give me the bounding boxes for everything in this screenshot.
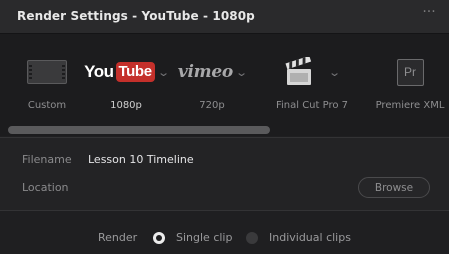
chevron-down-icon[interactable]: ⌄ (329, 66, 342, 79)
render-mode-row: Render Single clip Individual clips (0, 211, 449, 254)
preset-youtube[interactable]: You Tube ⌄ 1080p (84, 34, 170, 134)
preset-custom[interactable]: Custom (8, 34, 86, 134)
premiere-pro-icon: Pr (396, 58, 424, 86)
preset-label: 720p (199, 100, 225, 111)
preset-label: Custom (27, 100, 67, 111)
preset-vimeo[interactable]: vimeo ⌄ 720p (170, 34, 254, 134)
single-clip-radio[interactable] (153, 232, 165, 244)
render-preset-strip: Custom You Tube ⌄ 1080p vimeo ⌄ 720p ⌄ F… (0, 34, 449, 136)
panel-title: Render Settings - YouTube - 1080p (17, 9, 255, 23)
preset-label: Premiere XML (375, 100, 445, 111)
render-settings-panel: Render Settings - YouTube - 1080p ··· Cu… (0, 0, 449, 254)
browse-button[interactable]: Browse (358, 177, 430, 198)
title-bar: Render Settings - YouTube - 1080p ··· (0, 0, 449, 34)
vimeo-logo-icon: vimeo (177, 62, 233, 82)
file-settings-section (0, 138, 449, 210)
filename-label: Filename (22, 153, 72, 166)
youtube-logo-icon: You Tube (84, 62, 155, 82)
location-label: Location (22, 181, 69, 194)
individual-clips-label[interactable]: Individual clips (269, 231, 351, 244)
chevron-down-icon[interactable]: ⌄ (235, 66, 248, 79)
clapperboard-icon (285, 57, 312, 85)
preset-premiere-xml[interactable]: Pr Premiere XML (368, 34, 449, 134)
single-clip-label[interactable]: Single clip (176, 231, 232, 244)
individual-clips-radio[interactable] (246, 232, 258, 244)
film-strip-icon (27, 60, 67, 84)
preset-label: Final Cut Pro 7 (275, 100, 349, 111)
more-options-button[interactable]: ··· (415, 5, 443, 27)
render-label: Render (98, 231, 138, 244)
chevron-down-icon[interactable]: ⌄ (157, 66, 170, 79)
horizontal-scrollbar[interactable] (8, 126, 270, 134)
preset-label: 1080p (110, 100, 142, 111)
filename-field[interactable]: Lesson 10 Timeline (88, 153, 194, 166)
preset-final-cut-pro-7[interactable]: ⌄ Final Cut Pro 7 (262, 34, 362, 134)
